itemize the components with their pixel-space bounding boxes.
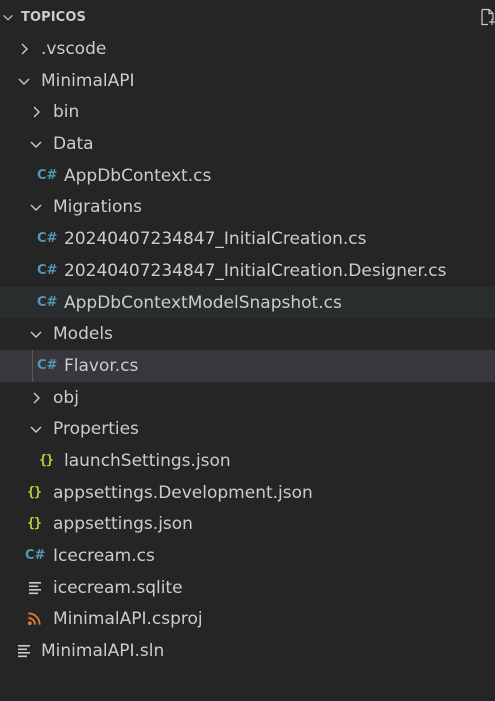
tree-item-label: launchSettings.json xyxy=(64,450,231,471)
tree-item-label: AppDbContextModelSnapshot.cs xyxy=(64,292,342,313)
explorer-section-header[interactable]: TOPICOS xyxy=(0,0,495,36)
chevron-down-icon[interactable] xyxy=(16,73,32,89)
json-file-icon: {} xyxy=(27,516,42,532)
tree-item-minimalapi-csproj[interactable]: MinimalAPI.csproj xyxy=(0,603,495,635)
tree-item-appsettings-json[interactable]: {} appsettings.json xyxy=(0,508,495,540)
chevron-down-icon[interactable] xyxy=(28,136,44,152)
chevron-right-icon[interactable] xyxy=(28,104,44,120)
tree-item-flavor-cs[interactable]: C# Flavor.cs xyxy=(0,349,495,382)
chevron-right-icon[interactable] xyxy=(16,41,32,57)
tree-item-migrations-folder[interactable]: Migrations xyxy=(0,191,495,223)
json-file-icon: {} xyxy=(27,484,42,500)
tree-item-label: Migrations xyxy=(53,197,143,218)
tree-item-models-folder[interactable]: Models xyxy=(0,318,495,350)
tree-item-properties-folder[interactable]: Properties xyxy=(0,413,495,445)
tree-item-label: .vscode xyxy=(41,39,107,59)
tree-item-initialcreation-designer-cs[interactable]: C# 20240407234847_InitialCreation.Design… xyxy=(0,255,495,287)
tree-item-vscode-folder[interactable]: .vscode xyxy=(0,33,495,65)
tree-item-label: appsettings.json xyxy=(53,514,193,535)
section-title: TOPICOS xyxy=(21,10,86,25)
tree-item-data-folder[interactable]: Data xyxy=(0,128,495,160)
tree-item-label: Icecream.cs xyxy=(53,546,155,566)
tree-item-appdbcontext-cs[interactable]: C# AppDbContext.cs xyxy=(0,160,495,192)
chevron-down-icon[interactable] xyxy=(28,199,44,215)
csharp-file-icon: C# xyxy=(25,548,46,563)
tree-item-icecream-cs[interactable]: C# Icecream.cs xyxy=(0,540,495,572)
new-file-icon[interactable] xyxy=(479,8,495,26)
tree-item-label: Models xyxy=(53,324,113,345)
indent-guide xyxy=(32,349,33,382)
chevron-down-icon[interactable] xyxy=(28,421,44,437)
tree-item-obj-folder[interactable]: obj xyxy=(0,382,495,414)
rss-icon xyxy=(27,612,41,626)
chevron-right-icon[interactable] xyxy=(28,390,44,406)
tree-item-label: appsettings.Development.json xyxy=(53,482,313,503)
tree-item-label: Properties xyxy=(53,419,139,440)
tree-item-label: bin xyxy=(53,102,80,123)
chevron-down-icon[interactable] xyxy=(28,326,44,342)
tree-item-label: 20240407234847_InitialCreation.cs xyxy=(64,229,367,250)
csharp-file-icon: C# xyxy=(37,294,58,310)
text-file-icon xyxy=(29,581,41,594)
tree-item-label: MinimalAPI xyxy=(41,70,135,91)
tree-item-label: Flavor.cs xyxy=(64,355,139,376)
tree-item-label: MinimalAPI.csproj xyxy=(53,609,203,630)
chevron-down-icon[interactable] xyxy=(1,11,15,25)
tree-item-label: AppDbContext.cs xyxy=(64,165,212,186)
csharp-file-icon: C# xyxy=(37,357,58,373)
text-file-icon xyxy=(18,645,30,658)
explorer-panel: TOPICOS .vscode MinimalAPI bin Data C# A… xyxy=(0,0,495,701)
tree-item-label: icecream.sqlite xyxy=(53,577,183,598)
csharp-file-icon: C# xyxy=(37,262,58,278)
tree-item-label: Data xyxy=(53,134,94,155)
tree-item-initialcreation-cs[interactable]: C# 20240407234847_InitialCreation.cs xyxy=(0,223,495,255)
tree-item-minimalapi-sln[interactable]: MinimalAPI.sln xyxy=(0,635,495,667)
tree-item-appsettings-development-json[interactable]: {} appsettings.Development.json xyxy=(0,477,495,509)
tree-item-appdbcontextmodelsnapshot-cs[interactable]: C# AppDbContextModelSnapshot.cs xyxy=(0,286,495,319)
tree-item-bin-folder[interactable]: bin xyxy=(0,96,495,128)
tree-item-launchsettings-json[interactable]: {} launchSettings.json xyxy=(0,445,495,477)
csharp-file-icon: C# xyxy=(37,231,58,247)
json-file-icon: {} xyxy=(39,452,54,468)
csharp-file-icon: C# xyxy=(37,167,58,183)
tree-item-icecream-sqlite[interactable]: icecream.sqlite xyxy=(0,572,495,604)
tree-item-label: obj xyxy=(53,387,79,408)
tree-item-minimalapi-folder[interactable]: MinimalAPI xyxy=(0,65,495,97)
tree-item-label: MinimalAPI.sln xyxy=(41,641,165,662)
file-tree: .vscode MinimalAPI bin Data C# AppDbCont… xyxy=(0,33,495,667)
tree-item-label: 20240407234847_InitialCreation.Designer.… xyxy=(64,260,447,281)
